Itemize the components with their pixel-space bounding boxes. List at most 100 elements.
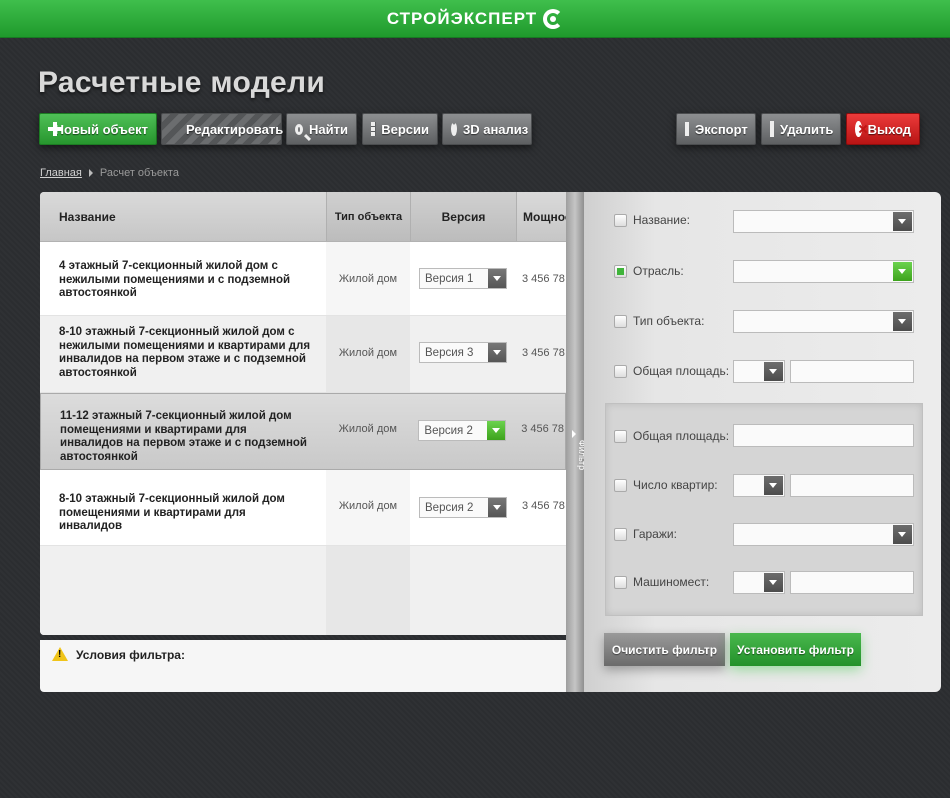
- filter-garages-label: Гаражи:: [633, 527, 677, 541]
- warning-icon: [52, 647, 68, 661]
- filter-type-checkbox[interactable]: [614, 314, 627, 328]
- breadcrumb-current: Расчет объекта: [99, 167, 179, 179]
- row-power: 3 456 78: [521, 423, 565, 435]
- exit-label: Выход: [867, 121, 911, 137]
- page-title: Расчетные модели: [38, 66, 326, 99]
- version-select[interactable]: Версия 2: [419, 497, 507, 518]
- header-power[interactable]: Мощнос: [516, 192, 566, 241]
- plus-icon: [48, 122, 57, 136]
- search-icon: [295, 123, 304, 135]
- filter-toggle-handle[interactable]: Фильтр: [566, 192, 587, 692]
- filter-apartments-checkbox[interactable]: [614, 478, 627, 492]
- edit-button[interactable]: Редактировать: [161, 113, 284, 145]
- row-version-cell: Версия 1: [410, 242, 516, 315]
- filter-apartments-operator-select[interactable]: [733, 474, 785, 497]
- filter-area-input[interactable]: [790, 360, 914, 383]
- breadcrumb-home-link[interactable]: Главная: [40, 167, 82, 179]
- filter-name-checkbox[interactable]: [614, 213, 627, 227]
- chevron-down-icon: [893, 312, 912, 331]
- filter-industry-row: Отрасль:: [614, 264, 684, 278]
- filter-parking-checkbox[interactable]: [614, 575, 627, 589]
- header-version[interactable]: Версия: [410, 192, 516, 241]
- table-row-empty: [40, 546, 566, 635]
- version-select-value: Версия 2: [425, 501, 474, 514]
- apply-filter-button[interactable]: Установить фильтр: [730, 633, 861, 666]
- filter-parking-input[interactable]: [790, 571, 914, 594]
- header-name[interactable]: Название: [40, 192, 326, 241]
- filter-area-operator-select[interactable]: [733, 360, 785, 383]
- chevron-down-icon: [893, 262, 912, 281]
- trash-icon: [770, 121, 774, 137]
- filter-type-row: Тип объекта:: [614, 314, 704, 328]
- filter-industry-checkbox[interactable]: [614, 264, 627, 278]
- row-type: Жилой дом: [326, 470, 410, 545]
- header-type[interactable]: Тип объекта: [326, 192, 410, 241]
- delete-button[interactable]: Удалить: [761, 113, 841, 145]
- table-row[interactable]: 4 этажный 7-секционный жилой дом с нежил…: [40, 242, 566, 316]
- chevron-down-icon: [764, 573, 783, 592]
- versions-button[interactable]: Версии: [362, 113, 438, 145]
- filter-garages-row: Гаражи:: [614, 527, 677, 541]
- filter-type-label: Тип объекта:: [633, 314, 705, 328]
- clear-filter-button[interactable]: Очистить фильтр: [604, 633, 725, 666]
- chevron-down-icon: [764, 476, 783, 495]
- chevron-down-icon: [488, 343, 506, 362]
- versions-label: Версии: [381, 121, 429, 137]
- filter-type-select[interactable]: [733, 310, 914, 333]
- filter-apartments-input[interactable]: [790, 474, 914, 497]
- find-label: Найти: [309, 121, 348, 137]
- filter-garages-checkbox[interactable]: [614, 527, 627, 541]
- chevron-down-icon: [488, 498, 506, 517]
- filter-name-row: Название:: [614, 213, 690, 227]
- filter-group-area-row: Общая площадь:: [614, 429, 729, 443]
- row-name: 4 этажный 7-секционный жилой дом с нежил…: [59, 260, 291, 299]
- chevron-down-icon: [893, 525, 912, 544]
- table-row-selected[interactable]: 11-12 этажный 7-секционный жилой дом пом…: [40, 393, 566, 470]
- find-button[interactable]: Найти: [286, 113, 357, 145]
- row-version-cell: Версия 2: [410, 394, 516, 469]
- filter-name-label: Название:: [633, 213, 690, 227]
- exit-button[interactable]: Выход: [846, 113, 920, 145]
- version-select-value: Версия 1: [425, 272, 474, 285]
- brand-name: СТРОЙЭКСПЕРТ: [386, 8, 538, 28]
- filter-name-select[interactable]: [733, 210, 914, 233]
- filter-parking-row: Машиномест:: [614, 575, 709, 589]
- row-name: 8-10 этажный 7-секционный жилой дом с не…: [59, 326, 311, 379]
- filter-parking-label: Машиномест:: [633, 575, 710, 589]
- edit-label: Редактировать: [186, 121, 284, 137]
- filter-area-label: Общая площадь:: [633, 364, 730, 378]
- version-select[interactable]: Версия 3: [419, 342, 507, 363]
- filter-garages-select[interactable]: [733, 523, 914, 546]
- filter-area-row: Общая площадь:: [614, 364, 729, 378]
- table-row[interactable]: 8-10 этажный 7-секционный жилой дом поме…: [40, 470, 566, 546]
- export-button[interactable]: Экспорт: [676, 113, 756, 145]
- top-bar: СТРОЙЭКСПЕРТ: [0, 0, 950, 38]
- filter-group-area-label: Общая площадь:: [633, 429, 730, 443]
- rotate-3d-icon: [451, 122, 457, 136]
- version-select[interactable]: Версия 2: [418, 420, 507, 441]
- brand-logo-icon: [543, 8, 564, 29]
- table-row[interactable]: 8-10 этажный 7-секционный жилой дом с не…: [40, 316, 566, 393]
- new-object-button[interactable]: Новый объект: [39, 113, 157, 145]
- filter-group-area-input[interactable]: [733, 424, 914, 447]
- objects-table: Название Тип объекта Версия Мощнос 4 эта…: [40, 192, 566, 635]
- filter-area-checkbox[interactable]: [614, 364, 627, 378]
- chevron-down-icon: [488, 269, 506, 288]
- grid-icon: [371, 122, 376, 136]
- export-label: Экспорт: [695, 121, 748, 137]
- delete-label: Удалить: [780, 121, 834, 137]
- analysis-3d-button[interactable]: 3D анализ: [442, 113, 532, 145]
- filter-conditions: Условия фильтра:: [40, 640, 566, 692]
- version-select[interactable]: Версия 1: [419, 268, 507, 289]
- chevron-down-icon: [764, 362, 783, 381]
- breadcrumb: Главная Расчет объекта: [40, 167, 179, 179]
- row-name: 8-10 этажный 7-секционный жилой дом поме…: [59, 493, 285, 532]
- row-empty-type: [326, 546, 410, 635]
- filter-group-area-checkbox[interactable]: [614, 429, 627, 443]
- filter-parking-operator-select[interactable]: [733, 571, 785, 594]
- filter-industry-select[interactable]: [733, 260, 914, 283]
- export-icon: [685, 122, 689, 136]
- chevron-down-icon: [487, 421, 506, 440]
- row-power: 3 456 78: [522, 347, 565, 359]
- chevron-right-icon: [88, 169, 93, 177]
